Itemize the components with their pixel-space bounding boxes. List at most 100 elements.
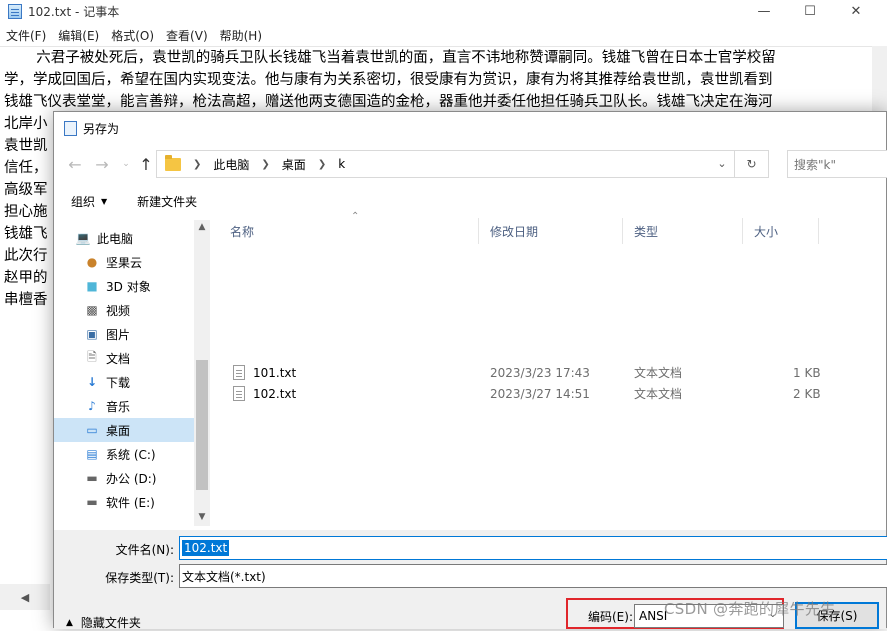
organize-label: 组织 xyxy=(71,194,96,209)
column-label: 类型 xyxy=(634,224,659,239)
notepad-menu-bar: 文件(F) 编辑(E) 格式(O) 查看(V) 帮助(H) xyxy=(0,24,887,46)
breadcrumb-k[interactable]: k xyxy=(338,157,345,171)
scroll-up-icon[interactable]: ▲ xyxy=(194,222,210,232)
nav-item-videos[interactable]: ▩ 视频 xyxy=(54,298,194,322)
scroll-down-icon[interactable]: ▼ xyxy=(194,512,210,522)
arrow-up-icon: ↑ xyxy=(139,154,153,174)
arrow-right-icon: → xyxy=(95,154,109,174)
nav-item-label: 3D 对象 xyxy=(106,279,151,294)
nav-item-drive-c[interactable]: ▤ 系统 (C:) xyxy=(54,442,194,466)
breadcrumb-this-pc[interactable]: 此电脑 xyxy=(213,156,249,173)
text-file-icon xyxy=(233,365,245,380)
hide-folders-label: 隐藏文件夹 xyxy=(80,616,141,630)
file-name: 101.txt xyxy=(253,365,297,380)
search-placeholder: 搜索"k" xyxy=(794,157,836,172)
navigation-pane-scrollbar[interactable]: ▲ ▼ xyxy=(194,220,210,526)
picture-icon: ▣ xyxy=(86,327,98,341)
nav-item-nutstore[interactable]: ● 坚果云 xyxy=(54,250,194,274)
file-type: 文本文档 xyxy=(634,387,683,401)
column-header-name[interactable]: 名称 xyxy=(219,218,479,244)
file-size: 1 KB xyxy=(793,365,821,380)
file-size: 2 KB xyxy=(793,386,821,401)
text-file-icon xyxy=(233,386,245,401)
navigation-pane: 💻 此电脑 ● 坚果云 ■ 3D 对象 ▩ 视频 ▣ 图片 🗎 文档 ↓ 下载 … xyxy=(54,220,208,526)
notepad-icon xyxy=(64,120,77,136)
text-line: 六君子被处死后，袁世凯的骑兵卫队长钱雄飞当着袁世凯的面，直言不讳地称赞谭嗣同。钱… xyxy=(4,50,776,66)
minimize-button[interactable]: — xyxy=(741,0,787,22)
notepad-scroll-left-button[interactable]: ◀ xyxy=(0,584,50,610)
nav-item-label: 音乐 xyxy=(106,399,131,414)
column-header-date[interactable]: 修改日期 xyxy=(479,218,623,244)
address-dropdown-button[interactable]: ⌄ xyxy=(710,150,734,176)
hide-folders-button[interactable]: ▲ 隐藏文件夹 xyxy=(66,614,141,631)
nav-item-label: 视频 xyxy=(106,303,131,318)
notepad-icon xyxy=(8,3,22,19)
file-list: ⌃ 名称 修改日期 类型 大小 101.txt 2023/3/23 17:43 … xyxy=(219,211,887,528)
text-line: 学，学成回国后，希望在国内实现变法。他与康有为关系密切，很受康有为赏识，康有为将… xyxy=(4,72,773,88)
column-label: 名称 xyxy=(230,224,255,239)
back-button[interactable]: ← xyxy=(65,154,85,174)
new-folder-button[interactable]: 新建文件夹 xyxy=(137,193,197,210)
recent-locations-button[interactable]: ⌄ xyxy=(116,154,136,174)
menu-view[interactable]: 查看(V) xyxy=(166,27,208,44)
scrollbar-thumb[interactable] xyxy=(196,360,208,490)
file-row[interactable]: 102.txt 2023/3/27 14:51 文本文档 2 KB xyxy=(219,383,887,404)
nav-item-3d-objects[interactable]: ■ 3D 对象 xyxy=(54,274,194,298)
chevron-down-icon: ⌄ xyxy=(122,159,130,169)
notepad-title-bar: 102.txt - 记事本 — ☐ ✕ xyxy=(0,0,887,22)
document-icon: 🗎 xyxy=(87,349,97,364)
maximize-button[interactable]: ☐ xyxy=(787,0,833,22)
refresh-button[interactable]: ↻ xyxy=(735,150,769,178)
nav-item-label: 下载 xyxy=(106,375,131,390)
forward-button[interactable]: → xyxy=(92,154,112,174)
new-folder-label: 新建文件夹 xyxy=(137,194,198,209)
nav-item-label: 软件 (E:) xyxy=(106,495,155,510)
watermark: CSDN @奔跑的犀牛先生 xyxy=(664,600,836,618)
arrow-left-icon: ← xyxy=(68,154,82,174)
nav-item-drive-e[interactable]: ▬ 软件 (E:) xyxy=(54,490,194,514)
navigation-bar: ← → ⌄ ↑ ❯ 此电脑 ❯ 桌面 ❯ k ⌄ ↻ 搜索"k" xyxy=(54,148,887,180)
nav-item-documents[interactable]: 🗎 文档 xyxy=(54,346,194,370)
breadcrumb-desktop[interactable]: 桌面 xyxy=(282,156,306,173)
file-row[interactable]: 101.txt 2023/3/23 17:43 文本文档 1 KB xyxy=(219,362,887,383)
chevron-down-icon: ⌄ xyxy=(717,156,727,170)
column-header-size[interactable]: 大小 xyxy=(743,218,819,244)
nut-cloud-icon: ● xyxy=(86,255,98,269)
file-date: 2023/3/27 14:51 xyxy=(490,386,590,401)
save-as-dialog: 另存为 ← → ⌄ ↑ ❯ 此电脑 ❯ 桌面 ❯ k ⌄ ↻ 搜索"k" 组织 … xyxy=(53,111,887,631)
filetype-label: 保存类型(T): xyxy=(105,571,174,585)
nav-item-drive-d[interactable]: ▬ 办公 (D:) xyxy=(54,466,194,490)
menu-edit[interactable]: 编辑(E) xyxy=(58,27,99,44)
search-input[interactable]: 搜索"k" xyxy=(787,150,887,178)
filetype-select[interactable]: 文本文档(*.txt) xyxy=(179,564,887,588)
close-button[interactable]: ✕ xyxy=(833,0,879,22)
dialog-title: 另存为 xyxy=(83,121,120,136)
address-bar[interactable]: ❯ 此电脑 ❯ 桌面 ❯ k xyxy=(156,150,735,178)
menu-file[interactable]: 文件(F) xyxy=(6,27,46,44)
caret-down-icon: ▼ xyxy=(101,196,108,206)
column-header-type[interactable]: 类型 xyxy=(623,218,743,244)
chevron-left-icon: ◀ xyxy=(20,590,30,604)
nav-item-this-pc[interactable]: 💻 此电脑 xyxy=(54,226,194,250)
organize-button[interactable]: 组织 ▼ xyxy=(71,193,107,210)
up-button[interactable]: ↑ xyxy=(136,154,156,174)
video-icon: ▩ xyxy=(86,303,98,317)
filename-input[interactable]: 102.txt xyxy=(179,536,887,560)
nav-item-downloads[interactable]: ↓ 下载 xyxy=(54,370,194,394)
nav-item-label: 坚果云 xyxy=(106,255,143,270)
filename-value: 102.txt xyxy=(182,540,230,556)
text-line: 钱雄飞仪表堂堂，能言善辩，枪法高超，赠送他两支德国造的金枪，器重他并委任他担任骑… xyxy=(4,94,773,110)
folder-icon xyxy=(165,154,181,171)
filetype-value: 文本文档(*.txt) xyxy=(182,569,266,584)
music-icon: ♪ xyxy=(88,399,96,413)
chevron-right-icon: ❯ xyxy=(193,158,202,170)
menu-help[interactable]: 帮助(H) xyxy=(220,27,262,44)
system-drive-icon: ▤ xyxy=(86,447,98,461)
encoding-label: 编码(E): xyxy=(588,610,633,624)
menu-format[interactable]: 格式(O) xyxy=(111,27,154,44)
nav-item-music[interactable]: ♪ 音乐 xyxy=(54,394,194,418)
chevron-right-icon: ❯ xyxy=(261,158,270,170)
nav-item-pictures[interactable]: ▣ 图片 xyxy=(54,322,194,346)
nav-item-desktop[interactable]: ▭ 桌面 xyxy=(54,418,194,442)
drive-icon: ▬ xyxy=(86,471,98,485)
